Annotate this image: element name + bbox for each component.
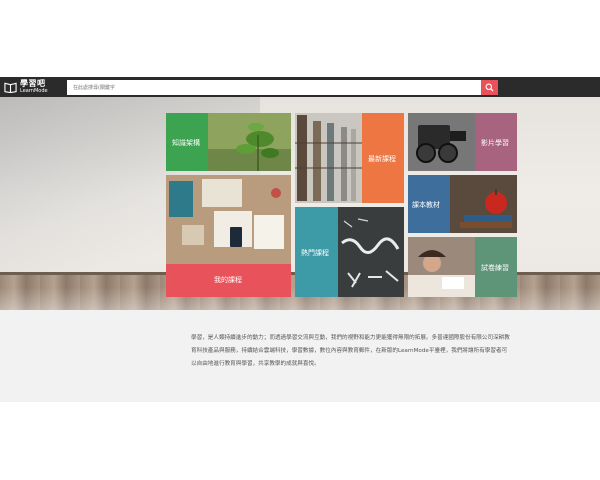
- intro-paragraph: 學習，是人類持續進步的動力；而透過學習交流與互動，我們的視野和能力更能獲得無限的…: [191, 334, 510, 367]
- tile-knowledge-label: 知識架構: [172, 139, 200, 147]
- tile-latest-label: 最新課程: [368, 155, 396, 163]
- tile-textbook[interactable]: 課本教材: [408, 175, 517, 233]
- chalkboard-image: [338, 207, 404, 297]
- tile-exam-label: 試卷練習: [481, 264, 509, 272]
- bookshelf-image: [295, 113, 362, 203]
- tile-exam[interactable]: 試卷練習: [408, 237, 517, 297]
- apple-books-image: [450, 175, 517, 233]
- search-bar: [67, 80, 499, 95]
- tile-knowledge[interactable]: 知識架構: [166, 113, 291, 171]
- tile-popular[interactable]: 熱門課程: [295, 207, 404, 297]
- search-icon: [485, 83, 494, 92]
- search-input[interactable]: [67, 80, 481, 95]
- tile-popular-label: 熱門課程: [301, 249, 329, 257]
- plant-image: [208, 113, 291, 171]
- tile-mine[interactable]: 我的課程: [166, 175, 291, 297]
- search-button[interactable]: [481, 80, 498, 95]
- intro-section: 學習，是人類持續進步的動力；而透過學習交流與互動，我們的視野和能力更能獲得無限的…: [0, 310, 600, 402]
- logo[interactable]: 學習吧 LearnMode: [4, 78, 48, 96]
- desk-image: [166, 175, 291, 264]
- tile-textbook-label: 課本教材: [412, 201, 440, 209]
- logo-subtitle: LearnMode: [20, 88, 48, 94]
- logo-title: 學習吧: [20, 79, 46, 88]
- tile-video[interactable]: 影片學習: [408, 113, 517, 171]
- tile-latest[interactable]: 最新課程: [295, 113, 404, 203]
- tile-mine-label: 我的課程: [214, 276, 242, 284]
- book-icon: [4, 82, 17, 93]
- tile-video-label: 影片學習: [481, 139, 509, 147]
- student-image: [408, 237, 475, 297]
- camera-image: [408, 113, 475, 171]
